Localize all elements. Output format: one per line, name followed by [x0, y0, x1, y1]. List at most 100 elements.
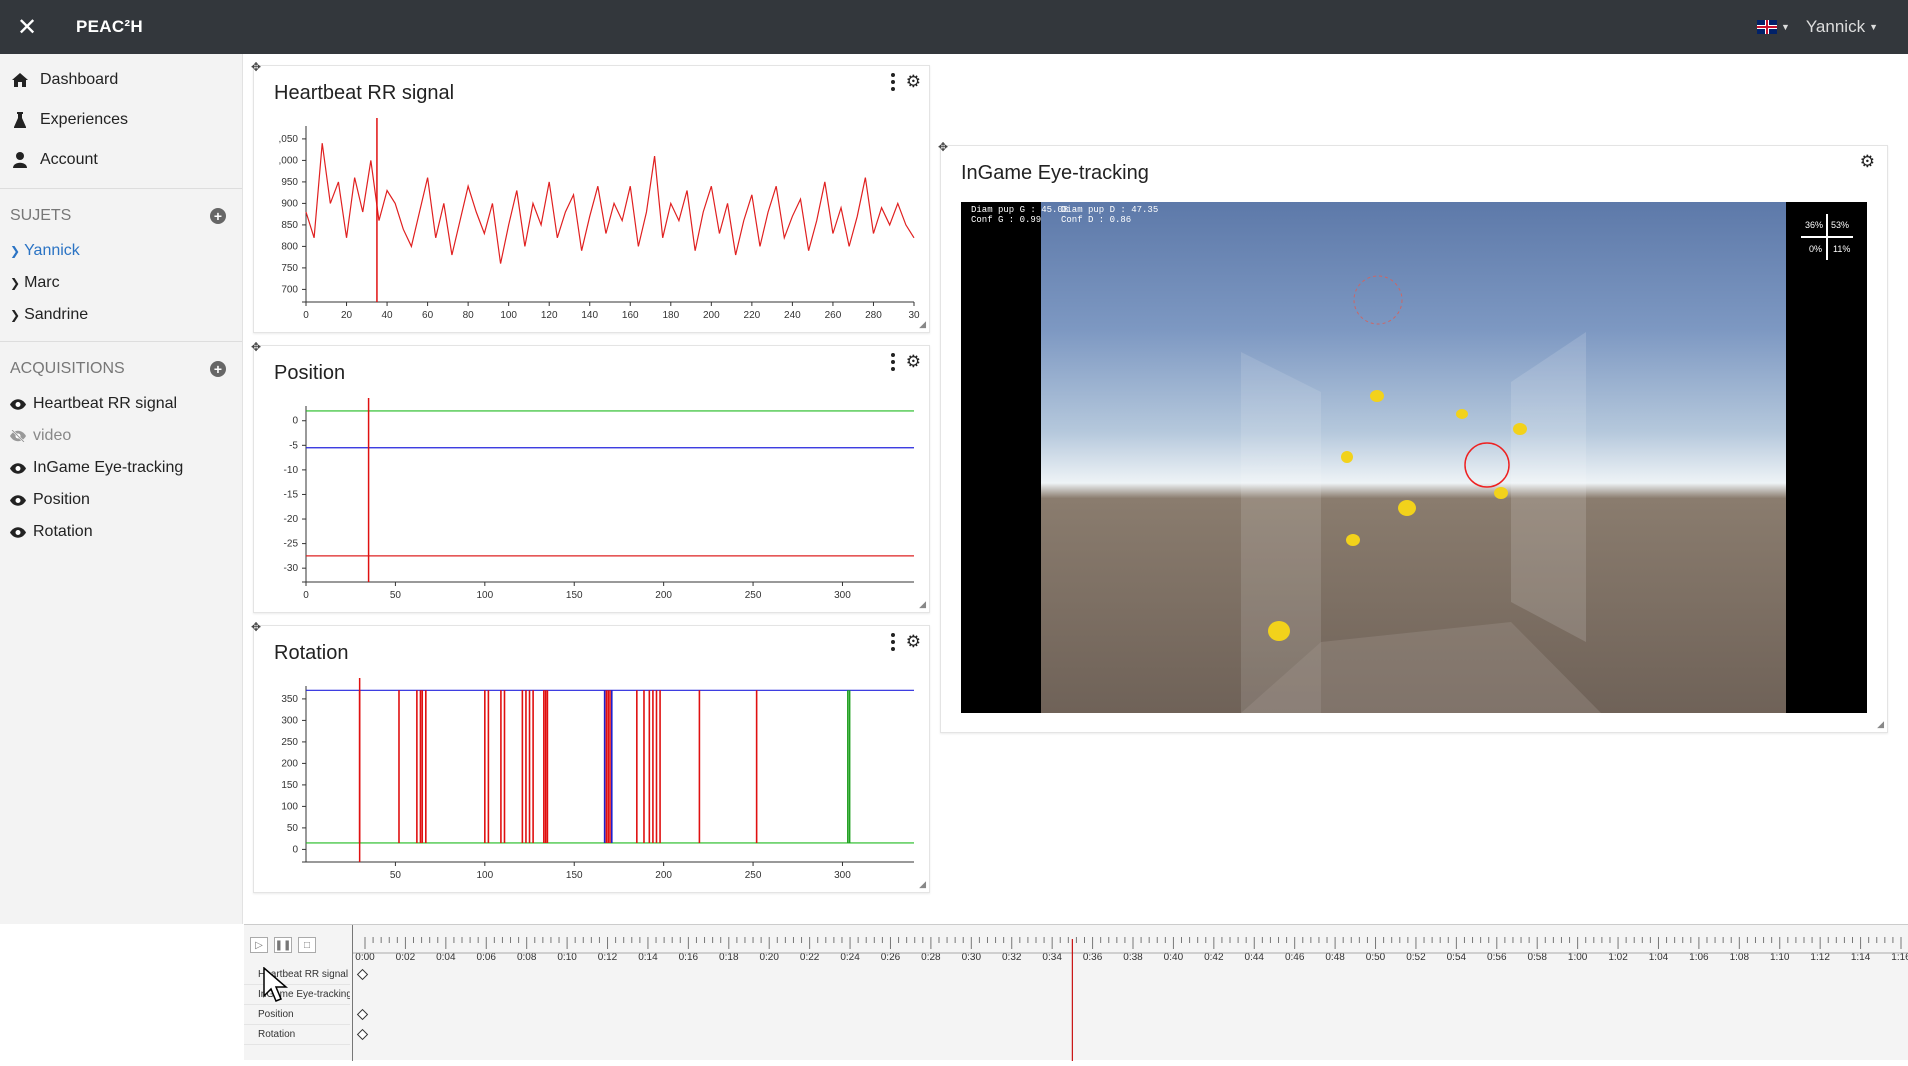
subject-label: Marc: [24, 274, 60, 291]
y-tick-label: 0: [292, 844, 298, 855]
y-tick-label: -10: [284, 465, 299, 476]
ruler-label: 1:14: [1851, 952, 1871, 963]
app-brand[interactable]: PEAC²H: [76, 17, 143, 37]
x-tick-label: 60: [422, 310, 434, 321]
sidebar-item-account[interactable]: Account: [0, 140, 242, 180]
pause-button[interactable]: ❚❚: [274, 937, 292, 953]
drag-handle-icon[interactable]: ✥: [938, 140, 948, 154]
eye-icon[interactable]: [10, 526, 28, 538]
keyframe-diamond: [356, 1008, 369, 1021]
x-tick-label: 40: [382, 310, 394, 321]
more-options-icon[interactable]: [890, 73, 896, 91]
add-acquisition-icon[interactable]: +: [210, 361, 226, 377]
language-dropdown[interactable]: ▼: [1756, 20, 1790, 34]
ruler-label: 0:52: [1406, 952, 1426, 963]
stop-button[interactable]: □: [298, 937, 316, 953]
ruler-label: 0:18: [719, 952, 739, 963]
subject-item-yannick[interactable]: ❯ Yannick: [0, 235, 242, 267]
y-tick-label: 850: [281, 220, 298, 231]
scene-graphics: [1241, 275, 1601, 713]
resize-handle-icon[interactable]: ◢: [919, 879, 926, 890]
divider: [0, 188, 242, 189]
acquisition-item-video[interactable]: video: [0, 420, 242, 452]
sidebar-item-experiences[interactable]: Experiences: [0, 100, 242, 140]
resize-handle-icon[interactable]: ◢: [1877, 719, 1884, 730]
x-tick-label: 0: [303, 310, 309, 321]
resize-handle-icon[interactable]: ◢: [919, 319, 926, 330]
rotation-chart: 0 50 100 150 200 250 300 350 50 100 150 200 250 300: [281, 678, 914, 881]
add-subject-icon[interactable]: +: [210, 208, 226, 224]
y-tick-label: 900: [281, 198, 298, 209]
close-icon[interactable]: ✕: [0, 0, 54, 54]
series-line: [305, 143, 915, 264]
acquisition-label: Position: [33, 491, 90, 508]
ruler-label: 0:56: [1487, 952, 1507, 963]
ruler-label: 1:16: [1891, 952, 1908, 963]
ruler-label: 1:06: [1689, 952, 1709, 963]
acquisitions-header: ACQUISITIONS +: [0, 350, 242, 388]
y-tick-label: -5: [289, 440, 298, 451]
x-tick-label: 100: [476, 870, 493, 881]
x-tick-label: 160: [622, 310, 639, 321]
y-tick-label: 50: [287, 823, 299, 834]
gaze-history-circle: [1353, 275, 1403, 325]
y-tick-label: 250: [281, 737, 298, 748]
x-tick-label: 150: [566, 590, 583, 601]
x-tick-label: 280: [865, 310, 882, 321]
panel-title: Heartbeat RR signal: [274, 82, 455, 104]
hud-text: Conf D : 0.86: [1061, 215, 1132, 225]
ruler-label: 0:22: [800, 952, 820, 963]
x-tick-label: 50: [390, 870, 402, 881]
x-tick-label: 20: [341, 310, 353, 321]
x-tick-label: 200: [655, 870, 672, 881]
hud-text: Diam pup G : 45.08: [971, 205, 1069, 215]
eye-icon[interactable]: [10, 494, 28, 506]
subject-item-sandrine[interactable]: ❯ Sandrine: [0, 299, 242, 331]
drag-handle-icon[interactable]: ✥: [251, 620, 261, 634]
position-chart: 0 -5 -10 -15 -20 -25 -30 0 50 100 150 200 250 300: [284, 398, 914, 601]
gear-icon[interactable]: ⚙: [906, 72, 921, 92]
gear-icon[interactable]: ⚙: [906, 352, 921, 372]
user-name: Yannick: [1805, 17, 1866, 36]
home-icon: [10, 73, 30, 87]
ruler-label: 0:32: [1002, 952, 1022, 963]
eye-slash-icon[interactable]: [10, 430, 28, 442]
user-menu[interactable]: Yannick ▼: [1806, 17, 1878, 37]
more-options-icon[interactable]: [890, 633, 896, 651]
x-tick-label: 250: [745, 870, 762, 881]
eye-icon[interactable]: [10, 462, 28, 474]
hud-left: Diam pup G : 45.08 Conf G : 0.99: [971, 205, 1068, 225]
drag-handle-icon[interactable]: ✥: [251, 60, 261, 74]
more-options-icon[interactable]: [890, 353, 896, 371]
section-title: SUJETS: [10, 207, 72, 224]
gear-icon[interactable]: ⚙: [1860, 152, 1875, 172]
acquisition-item-rotation[interactable]: Rotation: [0, 516, 242, 548]
ruler-label: 0:28: [921, 952, 941, 963]
hud-mid: Diam pup D : 47.35 Conf D : 0.86: [1061, 205, 1158, 225]
eye-icon[interactable]: [10, 398, 28, 410]
x-tick-label: 180: [662, 310, 679, 321]
x-tick-label: 100: [500, 310, 517, 321]
hud-text: Conf G : 0.99: [971, 215, 1042, 225]
quadrant-indicator: 36% 53% 0% 11%: [1797, 212, 1857, 262]
play-button[interactable]: ▷: [250, 937, 268, 953]
subject-item-marc[interactable]: ❯ Marc: [0, 267, 242, 299]
gear-icon[interactable]: ⚙: [906, 632, 921, 652]
acquisition-item-heartbeat[interactable]: Heartbeat RR signal: [0, 388, 242, 420]
eyetracking-video[interactable]: Diam pup G : 45.08 Conf G : 0.99 Diam pu…: [961, 202, 1867, 713]
section-title: ACQUISITIONS: [10, 360, 125, 377]
ruler-label: 0:08: [517, 952, 537, 963]
x-tick-label: 300: [834, 590, 851, 601]
x-tick-label: 80: [463, 310, 475, 321]
sidebar-item-dashboard[interactable]: Dashboard: [0, 60, 242, 100]
subject-label: Yannick: [24, 242, 80, 259]
y-tick-label: -15: [284, 489, 299, 500]
sidebar: Dashboard Experiences Account SUJETS + ❯…: [0, 54, 243, 924]
acquisition-item-position[interactable]: Position: [0, 484, 242, 516]
ruler-label: 0:10: [557, 952, 577, 963]
timeline-ruler[interactable]: 0:00 0:02 0:04 0:06 0:08 0:10 0:12 0:14 0:16 0:18…: [352, 925, 1908, 1061]
acquisition-item-eyetracking[interactable]: InGame Eye-tracking: [0, 452, 242, 484]
resize-handle-icon[interactable]: ◢: [919, 599, 926, 610]
panel-title: Rotation: [274, 642, 349, 664]
drag-handle-icon[interactable]: ✥: [251, 340, 261, 354]
